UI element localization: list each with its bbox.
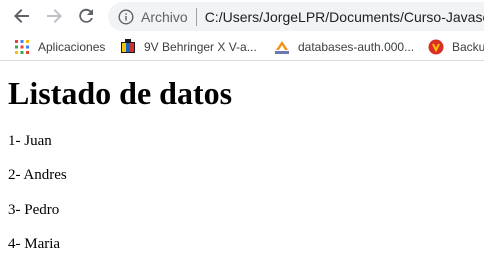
bookmark-label: Backu: [452, 40, 484, 54]
forward-arrow-icon: [47, 9, 62, 23]
omnibox-divider: [195, 7, 197, 26]
back-arrow-icon: [14, 9, 29, 23]
back-button[interactable]: [10, 4, 34, 28]
forward-button[interactable]: [42, 4, 66, 28]
browser-toolbar: Archivo C:/Users/JorgeLPR/Documents/Curs…: [0, 0, 484, 33]
info-icon[interactable]: [118, 8, 134, 25]
page-content: Listado de datos 1- Juan 2- Andres 3- Pe…: [8, 62, 478, 252]
bookmark-behringer[interactable]: 9V Behringer X V-a...: [120, 39, 257, 55]
bookmark-label: 9V Behringer X V-a...: [144, 40, 257, 54]
bookmark-apps[interactable]: Aplicaciones: [14, 39, 105, 55]
bookmark-label: Aplicaciones: [38, 40, 106, 54]
page-title: Listado de datos: [8, 75, 233, 111]
security-label: Archivo: [141, 8, 188, 25]
backup-favicon-icon: [428, 39, 444, 55]
behringer-favicon-icon: [120, 39, 136, 55]
list-item: 2- Andres: [8, 167, 67, 183]
list-item: 4- Maria: [8, 236, 61, 252]
address-bar[interactable]: Archivo C:/Users/JorgeLPR/Documents/Curs…: [108, 2, 484, 31]
bookmark-backup[interactable]: Backu: [428, 39, 484, 55]
reload-button[interactable]: [74, 4, 98, 28]
list-item: 3- Pedro: [8, 202, 60, 218]
list-item: 1- Juan: [8, 133, 52, 149]
bookmark-databases[interactable]: databases-auth.000...: [274, 39, 414, 55]
bookmarks-bar: Aplicaciones 9V Behringer X V-a... datab…: [0, 33, 484, 61]
bookmark-label: databases-auth.000...: [298, 40, 415, 54]
phpmyadmin-favicon-icon: [274, 39, 290, 55]
reload-icon: [79, 8, 93, 23]
url-text[interactable]: C:/Users/JorgeLPR/Documents/Curso-Javasc…: [205, 9, 484, 25]
apps-grid-icon: [14, 39, 30, 55]
